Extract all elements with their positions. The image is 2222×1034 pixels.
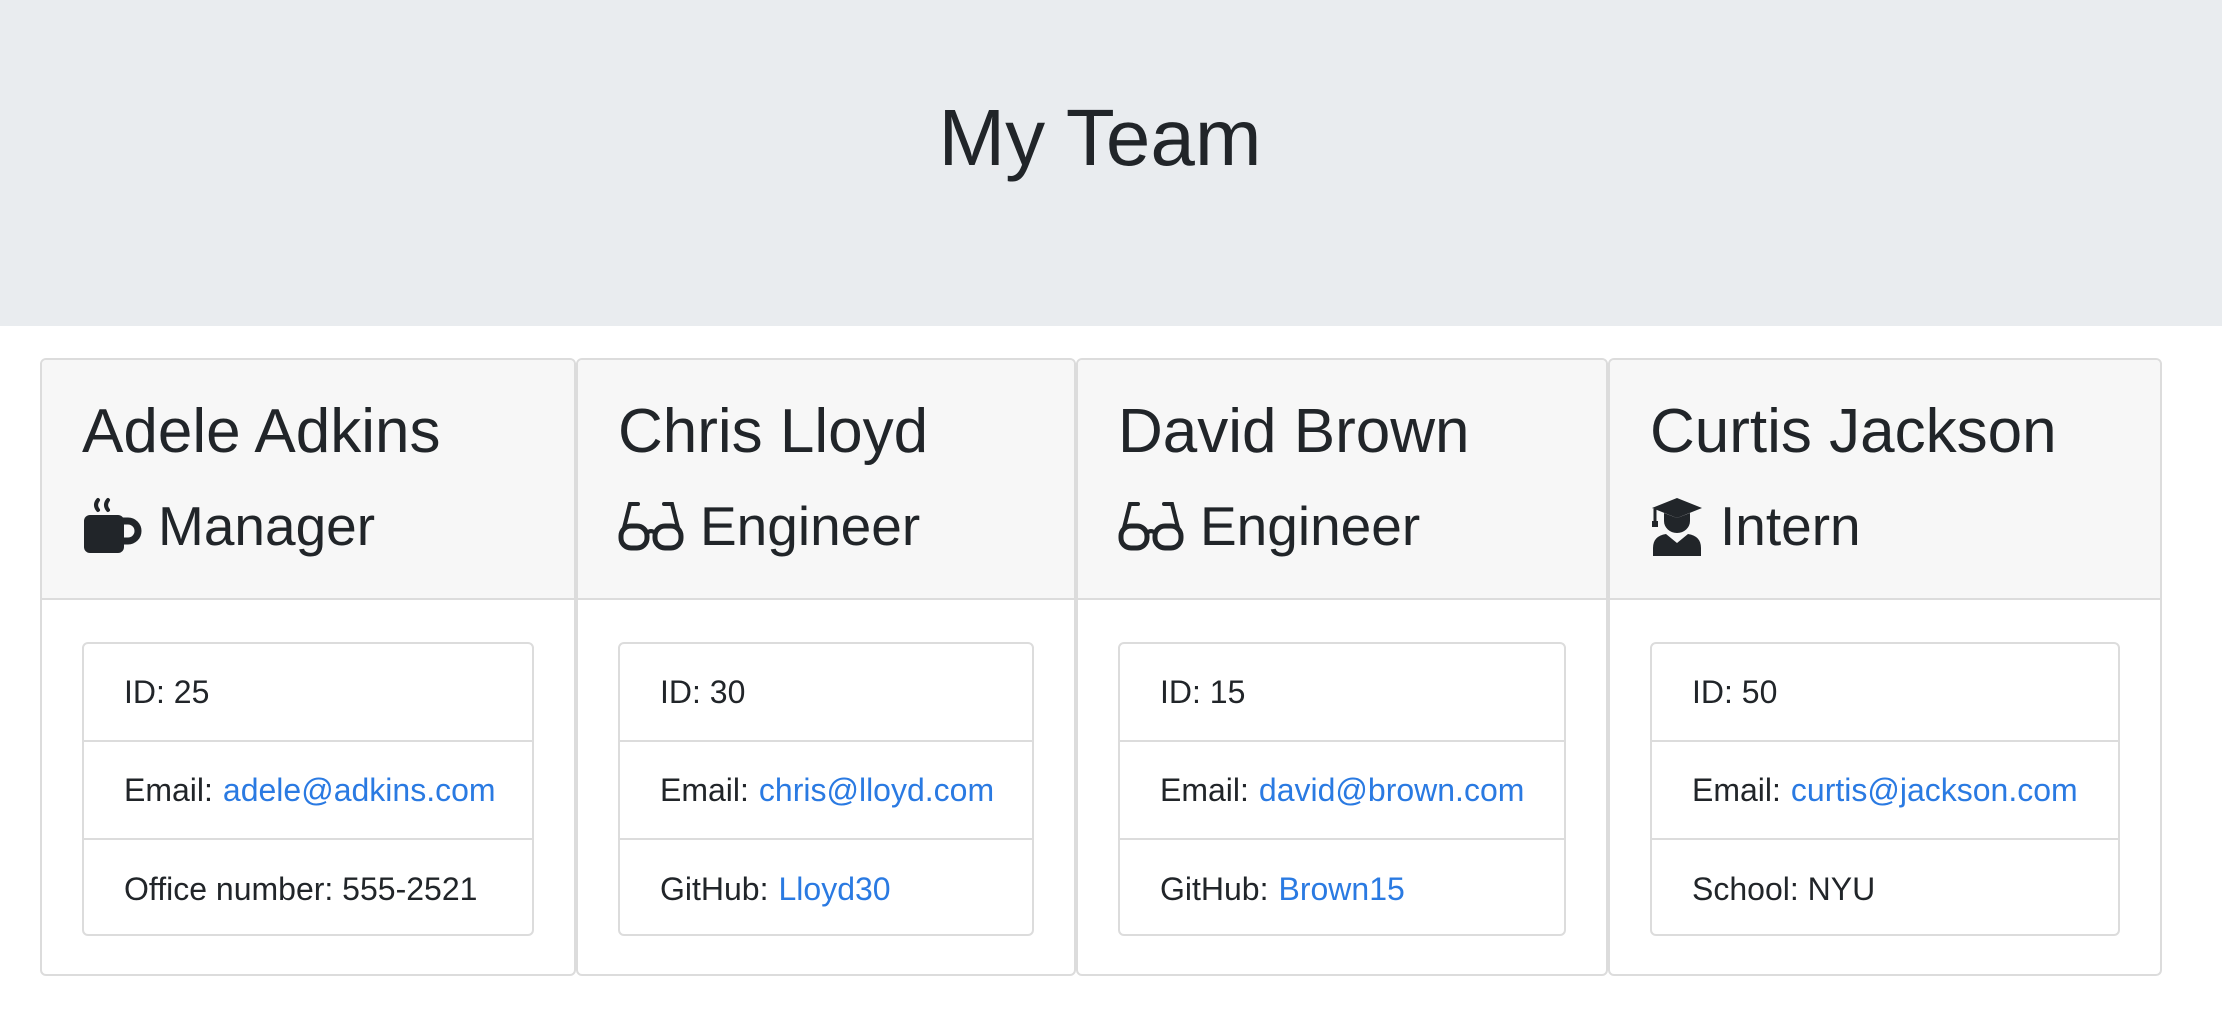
id-item: ID: 50 <box>1652 644 2118 742</box>
email-link[interactable]: david@brown.com <box>1259 772 1524 809</box>
github-link[interactable]: Lloyd30 <box>778 871 890 908</box>
email-link[interactable]: chris@lloyd.com <box>759 772 994 809</box>
info-list: ID: 25 Email: adele@adkins.com Office nu… <box>82 642 534 936</box>
office-number-text: Office number: 555-2521 <box>124 870 478 907</box>
id-item: ID: 25 <box>84 644 532 742</box>
id-text: ID: 25 <box>124 673 210 710</box>
role-label: Engineer <box>700 495 921 557</box>
info-list: ID: 30 Email: chris@lloyd.com GitHub: Ll… <box>618 642 1034 936</box>
email-item: Email: david@brown.com <box>1120 742 1564 840</box>
office-number-item: Office number: 555-2521 <box>84 840 532 934</box>
email-item: Email: curtis@jackson.com <box>1652 742 2118 840</box>
header-jumbotron: My Team <box>0 0 2222 326</box>
school-text: School: NYU <box>1692 870 1876 907</box>
github-link[interactable]: Brown15 <box>1278 871 1404 908</box>
id-text: ID: 15 <box>1160 673 1246 710</box>
github-label: GitHub: <box>1160 870 1269 907</box>
glasses-icon <box>1118 496 1184 556</box>
glasses-icon <box>618 496 684 556</box>
employee-role: Intern <box>1650 484 1861 568</box>
id-text: ID: 50 <box>1692 673 1778 710</box>
email-label: Email: <box>1160 771 1249 808</box>
email-label: Email: <box>1692 771 1781 808</box>
employee-name: Adele Adkins <box>82 397 441 466</box>
employee-card: Adele Adkins Manager ID: 25 Email: adele… <box>40 358 576 976</box>
email-link[interactable]: adele@adkins.com <box>223 772 496 809</box>
card-header: Chris Lloyd Engineer <box>578 360 1074 600</box>
employee-name: David Brown <box>1118 397 1470 466</box>
id-item: ID: 30 <box>620 644 1032 742</box>
employee-name: Curtis Jackson <box>1650 397 2057 466</box>
employee-card: David Brown Engineer ID: 15 Email: david… <box>1076 358 1608 976</box>
id-text: ID: 30 <box>660 673 746 710</box>
employee-role: Manager <box>82 484 375 568</box>
page-title: My Team <box>938 93 1262 182</box>
card-header: Curtis Jackson Intern <box>1610 360 2160 600</box>
info-list: ID: 50 Email: curtis@jackson.com School:… <box>1650 642 2120 936</box>
employee-role: Engineer <box>1118 484 1420 568</box>
graduate-icon <box>1650 496 1704 556</box>
github-item: GitHub: Brown15 <box>1120 840 1564 934</box>
card-header: David Brown Engineer <box>1078 360 1606 600</box>
id-item: ID: 15 <box>1120 644 1564 742</box>
mug-icon <box>82 496 142 556</box>
email-item: Email: adele@adkins.com <box>84 742 532 840</box>
employee-card: Chris Lloyd Engineer ID: 30 Email: chris… <box>576 358 1076 976</box>
role-label: Intern <box>1720 495 1861 557</box>
card-header: Adele Adkins Manager <box>42 360 574 600</box>
email-label: Email: <box>124 771 213 808</box>
employee-card: Curtis Jackson Intern ID: 50 Email: curt… <box>1608 358 2162 976</box>
github-label: GitHub: <box>660 870 769 907</box>
role-label: Manager <box>158 495 376 557</box>
email-label: Email: <box>660 771 749 808</box>
employee-role: Engineer <box>618 484 920 568</box>
employee-name: Chris Lloyd <box>618 397 929 466</box>
info-list: ID: 15 Email: david@brown.com GitHub: Br… <box>1118 642 1566 936</box>
role-label: Engineer <box>1200 495 1421 557</box>
email-link[interactable]: curtis@jackson.com <box>1791 772 2078 809</box>
github-item: GitHub: Lloyd30 <box>620 840 1032 934</box>
school-item: School: NYU <box>1652 840 2118 934</box>
email-item: Email: chris@lloyd.com <box>620 742 1032 840</box>
